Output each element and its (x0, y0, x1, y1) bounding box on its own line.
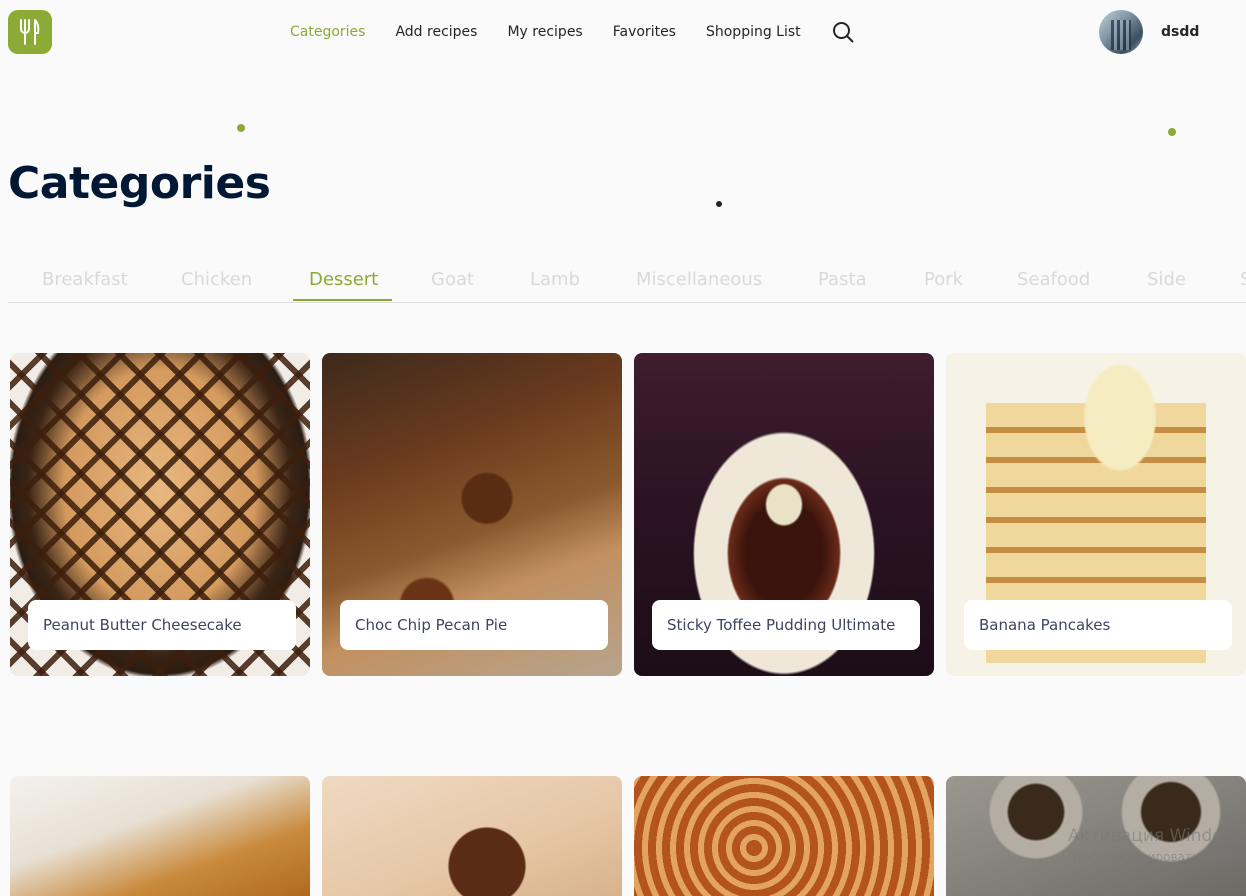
fork-knife-icon (20, 19, 40, 45)
recipe-card[interactable] (10, 776, 310, 896)
search-button[interactable] (831, 20, 855, 44)
username: dsdd (1161, 24, 1200, 40)
main-nav: Categories Add recipes My recipes Favori… (290, 21, 855, 43)
tab-seafood[interactable]: Seafood (1017, 269, 1090, 290)
tab-chicken[interactable]: Chicken (181, 269, 252, 290)
recipe-card[interactable]: Peanut Butter Cheesecake (10, 353, 310, 676)
tab-dessert[interactable]: Dessert (309, 269, 378, 290)
tab-starter[interactable]: S (1240, 269, 1246, 290)
tab-side[interactable]: Side (1147, 269, 1186, 290)
page-title: Categories (8, 158, 271, 209)
nav-categories[interactable]: Categories (290, 24, 365, 40)
recipe-card[interactable]: Sticky Toffee Pudding Ultimate (634, 353, 934, 676)
decor-dot-green (237, 124, 245, 132)
tab-pork[interactable]: Pork (924, 269, 963, 290)
tab-goat[interactable]: Goat (431, 269, 474, 290)
recipe-card[interactable] (634, 776, 934, 896)
watermark-title: Активация Windows (1068, 826, 1246, 846)
decor-dot-green (1168, 128, 1176, 136)
recipe-image (10, 776, 310, 896)
tab-miscellaneous[interactable]: Miscellaneous (636, 269, 762, 290)
nav-add-recipes[interactable]: Add recipes (395, 24, 477, 40)
nav-favorites[interactable]: Favorites (613, 24, 676, 40)
recipe-title: Sticky Toffee Pudding Ultimate (652, 600, 920, 650)
recipe-title: Banana Pancakes (964, 600, 1232, 650)
recipe-image (322, 776, 622, 896)
decor-dot-dark (716, 201, 722, 207)
recipe-card[interactable]: Banana Pancakes (946, 353, 1246, 676)
app-logo[interactable] (8, 10, 52, 54)
recipe-image (634, 776, 934, 896)
watermark-subtitle: Чтобы активировать Windows (1068, 850, 1246, 864)
nav-shopping-list[interactable]: Shopping List (706, 24, 801, 40)
active-tab-indicator (293, 299, 392, 301)
windows-activation-watermark: Активация Windows Чтобы активировать Win… (1068, 826, 1246, 864)
recipe-title: Peanut Butter Cheesecake (28, 600, 296, 650)
tab-pasta[interactable]: Pasta (818, 269, 867, 290)
recipe-title: Choc Chip Pecan Pie (340, 600, 608, 650)
avatar[interactable] (1099, 10, 1143, 54)
user-menu[interactable]: dsdd (1099, 10, 1199, 54)
search-icon (832, 22, 854, 43)
category-tabs: Breakfast Chicken Dessert Goat Lamb Misc… (8, 256, 1246, 303)
nav-my-recipes[interactable]: My recipes (507, 24, 582, 40)
tab-lamb[interactable]: Lamb (530, 269, 580, 290)
recipe-card[interactable]: Choc Chip Pecan Pie (322, 353, 622, 676)
recipe-card[interactable] (322, 776, 622, 896)
tab-breakfast[interactable]: Breakfast (42, 269, 128, 290)
